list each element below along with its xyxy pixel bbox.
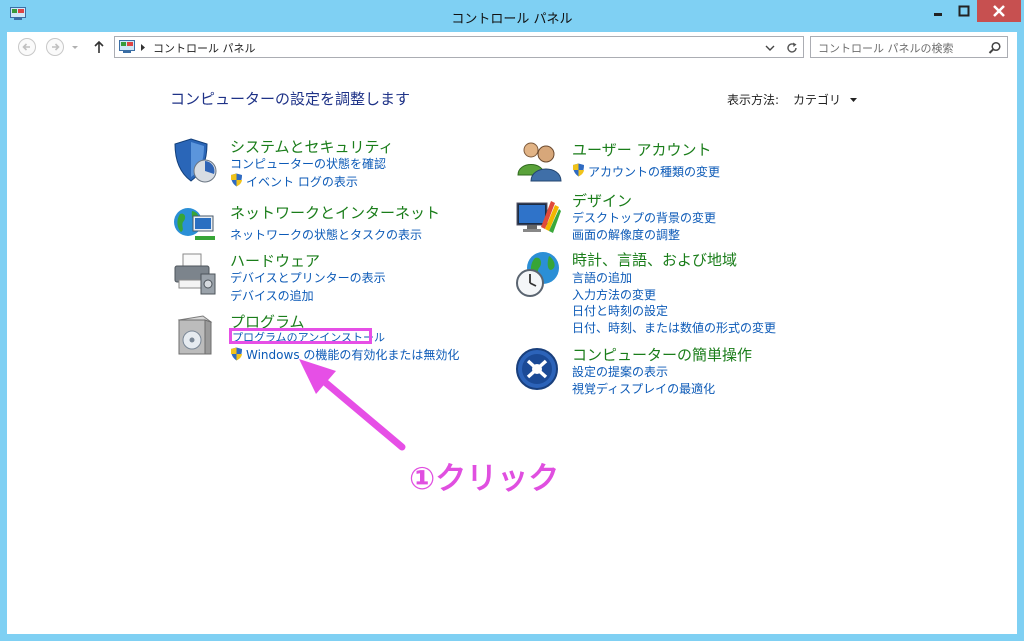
- close-icon: [993, 5, 1005, 17]
- annotation-click-label: ①クリック: [409, 461, 560, 497]
- client-area: コントロール パネル コントロール パネルの検索 コンピューターの設定を調整しま…: [7, 32, 1017, 634]
- minimize-icon: [934, 13, 942, 16]
- maximize-icon: [958, 5, 970, 17]
- close-button[interactable]: [977, 0, 1021, 22]
- maximize-button[interactable]: [951, 0, 977, 22]
- annotation-arrow-icon: [299, 359, 406, 451]
- minimize-button[interactable]: [925, 0, 951, 22]
- title-bar: コントロール パネル: [0, 0, 1024, 32]
- window: コントロール パネル コントロール パネル コントロール パネルの検索 コンピュ…: [0, 0, 1024, 641]
- window-title: コントロール パネル: [451, 12, 573, 27]
